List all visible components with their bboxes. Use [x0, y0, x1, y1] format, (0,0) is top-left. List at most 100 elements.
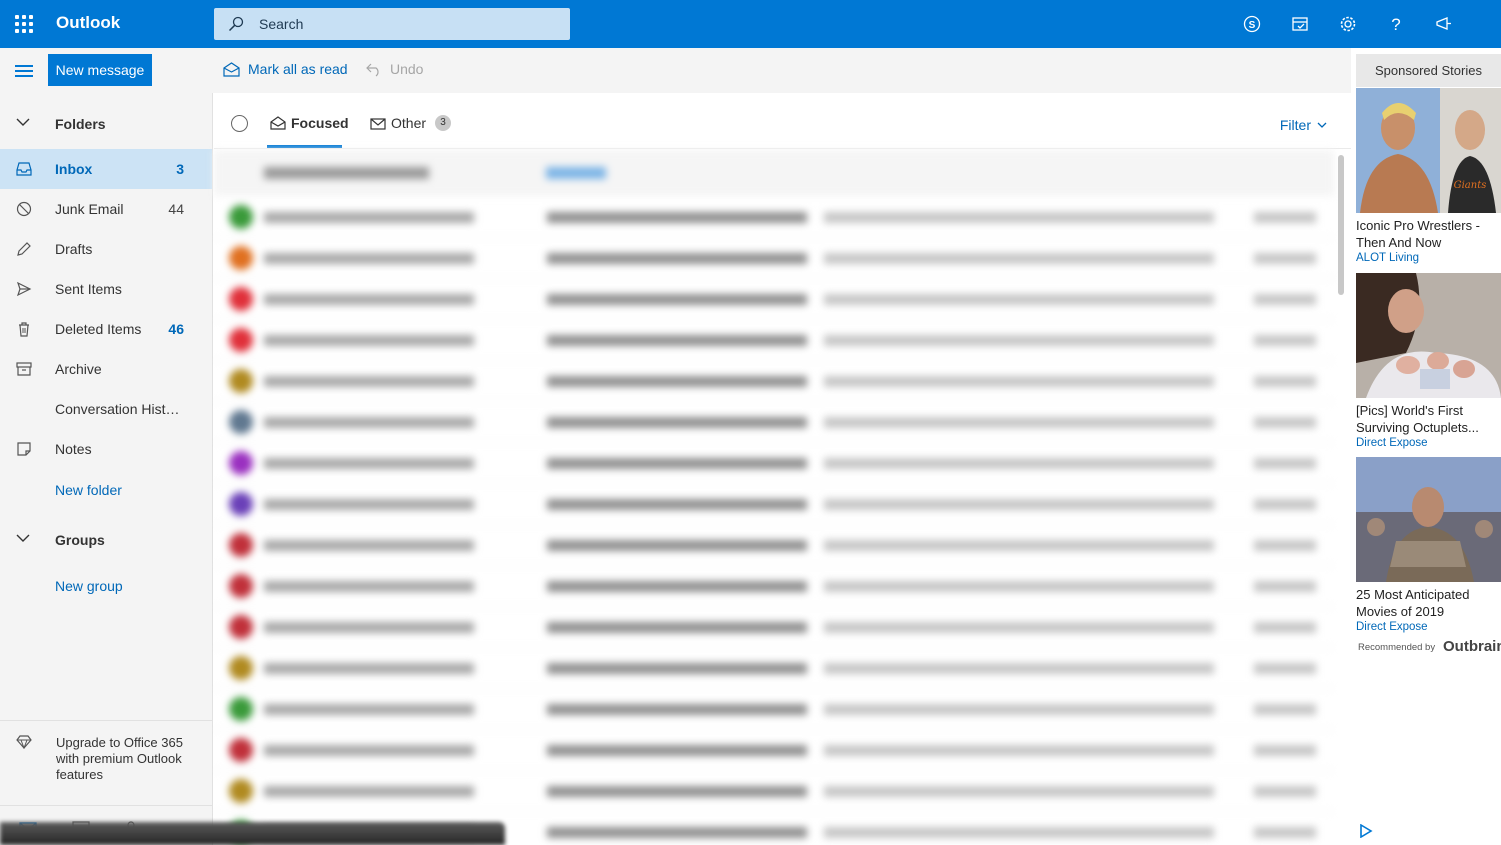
blurred-date — [1254, 499, 1316, 510]
message-row[interactable] — [214, 197, 1334, 238]
app-launcher-icon[interactable] — [15, 15, 33, 33]
undo-button[interactable]: Undo — [366, 61, 423, 77]
ad-source[interactable]: Direct Expose — [1356, 436, 1501, 451]
folder-deleted-items[interactable]: Deleted Items 46 — [0, 309, 212, 349]
sender-avatar — [229, 779, 253, 803]
message-list[interactable] — [214, 150, 1334, 845]
taskbar-fragment — [0, 822, 505, 845]
blurred-sender — [264, 335, 474, 346]
my-day-icon[interactable] — [1288, 12, 1312, 36]
new-folder-link[interactable]: New folder — [55, 482, 122, 498]
message-row[interactable] — [214, 238, 1334, 279]
svg-text:?: ? — [1391, 15, 1400, 33]
other-count-badge: 3 — [435, 115, 452, 131]
folder-conversation-history[interactable]: Conversation Hist… — [0, 389, 212, 429]
envelope-open-icon — [223, 61, 240, 77]
hamburger-icon[interactable] — [15, 65, 33, 77]
ad-title[interactable]: 25 Most Anticipated Movies of 2019 — [1356, 586, 1501, 620]
filter-button[interactable]: Filter — [1280, 117, 1327, 133]
ad-image[interactable]: Giants — [1356, 88, 1501, 213]
message-row[interactable] — [214, 648, 1334, 689]
chevron-down-icon — [1317, 122, 1327, 128]
blurred-sender — [264, 417, 474, 428]
ad-image[interactable] — [1356, 457, 1501, 582]
blurred-subj — [547, 827, 807, 838]
blurred-sender — [264, 581, 474, 592]
undo-icon — [366, 63, 379, 76]
message-row[interactable] — [214, 771, 1334, 812]
command-bar: New message Mark all as read Undo — [0, 48, 1351, 93]
blurred-date — [1254, 253, 1316, 264]
message-row[interactable] — [214, 607, 1334, 648]
message-row[interactable] — [214, 689, 1334, 730]
active-tab-indicator — [267, 145, 342, 148]
upgrade-banner[interactable]: Upgrade to Office 365 with premium Outlo… — [0, 720, 212, 792]
message-row[interactable] — [214, 402, 1334, 443]
blurred-date — [1254, 540, 1316, 551]
groups-header[interactable]: Groups — [0, 520, 213, 560]
folder-notes[interactable]: Notes — [0, 429, 212, 469]
mark-all-read-button[interactable]: Mark all as read — [223, 61, 348, 77]
message-row[interactable] — [214, 279, 1334, 320]
message-row[interactable] — [214, 730, 1334, 771]
blurred-prev — [824, 581, 1214, 592]
folder-archive[interactable]: Archive — [0, 349, 212, 389]
message-row[interactable] — [214, 320, 1334, 361]
ad-item[interactable]: 25 Most Anticipated Movies of 2019 Direc… — [1356, 457, 1501, 635]
message-row[interactable] — [214, 443, 1334, 484]
ad-title[interactable]: Iconic Pro Wrestlers - Then And Now — [1356, 217, 1501, 251]
feedback-icon[interactable] — [1432, 12, 1456, 36]
ad-title[interactable]: [Pics] World's First Surviving Octuplets… — [1356, 402, 1501, 436]
folders-heading: Folders — [55, 116, 106, 132]
list-header — [214, 150, 1334, 196]
blurred-prev — [824, 786, 1214, 797]
svg-text:Giants: Giants — [1454, 180, 1487, 191]
blurred-prev — [824, 663, 1214, 674]
folder-inbox[interactable]: Inbox 3 — [0, 149, 212, 189]
app-title[interactable]: Outlook — [56, 13, 120, 33]
select-all-checkbox[interactable] — [231, 115, 248, 132]
message-row[interactable] — [214, 484, 1334, 525]
folders-header[interactable]: Folders — [0, 104, 213, 144]
recommended-by-label: Recommended by — [1358, 642, 1436, 653]
blurred-prev — [824, 376, 1214, 387]
blurred-date — [1254, 663, 1316, 674]
message-row[interactable] — [214, 361, 1334, 402]
blurred-subj — [547, 376, 807, 387]
message-row[interactable] — [214, 566, 1334, 607]
outbrain-logo[interactable]: Outbrain — [1443, 638, 1501, 655]
message-row[interactable] — [214, 525, 1334, 566]
new-message-button[interactable]: New message — [48, 54, 152, 86]
blurred-date — [1254, 376, 1316, 387]
new-group-link[interactable]: New group — [55, 578, 123, 594]
ads-heading: Sponsored Stories — [1356, 54, 1501, 87]
scrollbar-thumb[interactable] — [1338, 155, 1344, 295]
gear-icon[interactable] — [1336, 12, 1360, 36]
tab-focused[interactable]: Focused — [270, 115, 349, 131]
ad-source[interactable]: ALOT Living — [1356, 251, 1501, 266]
ad-item[interactable]: Giants Iconic Pro Wrestlers - Then And N… — [1356, 88, 1501, 266]
ad-image[interactable] — [1356, 273, 1501, 398]
message-list-pane: Focused Other 3 Filter — [214, 93, 1351, 845]
blurred-subj — [547, 622, 807, 633]
blurred-sender — [264, 458, 474, 469]
junk-icon — [16, 201, 32, 217]
svg-text:S: S — [1249, 20, 1256, 31]
tab-other[interactable]: Other 3 — [370, 115, 452, 131]
filter-label: Filter — [1279, 117, 1311, 133]
folder-drafts[interactable]: Drafts — [0, 229, 212, 269]
folder-label: Drafts — [55, 241, 93, 257]
blurred-prev — [824, 622, 1214, 633]
ad-source[interactable]: Direct Expose — [1356, 620, 1501, 635]
help-icon[interactable]: ? — [1384, 12, 1408, 36]
chevron-down-icon — [16, 118, 30, 126]
blurred-prev — [824, 417, 1214, 428]
blurred-subj — [547, 458, 807, 469]
skype-icon[interactable]: S — [1240, 12, 1264, 36]
adchoices-icon[interactable] — [1359, 824, 1373, 838]
sender-avatar — [229, 615, 253, 639]
folder-junk-email[interactable]: Junk Email 44 — [0, 189, 212, 229]
search-box[interactable]: Search — [214, 8, 570, 40]
ad-item[interactable]: [Pics] World's First Surviving Octuplets… — [1356, 273, 1501, 451]
folder-sent-items[interactable]: Sent Items — [0, 269, 212, 309]
